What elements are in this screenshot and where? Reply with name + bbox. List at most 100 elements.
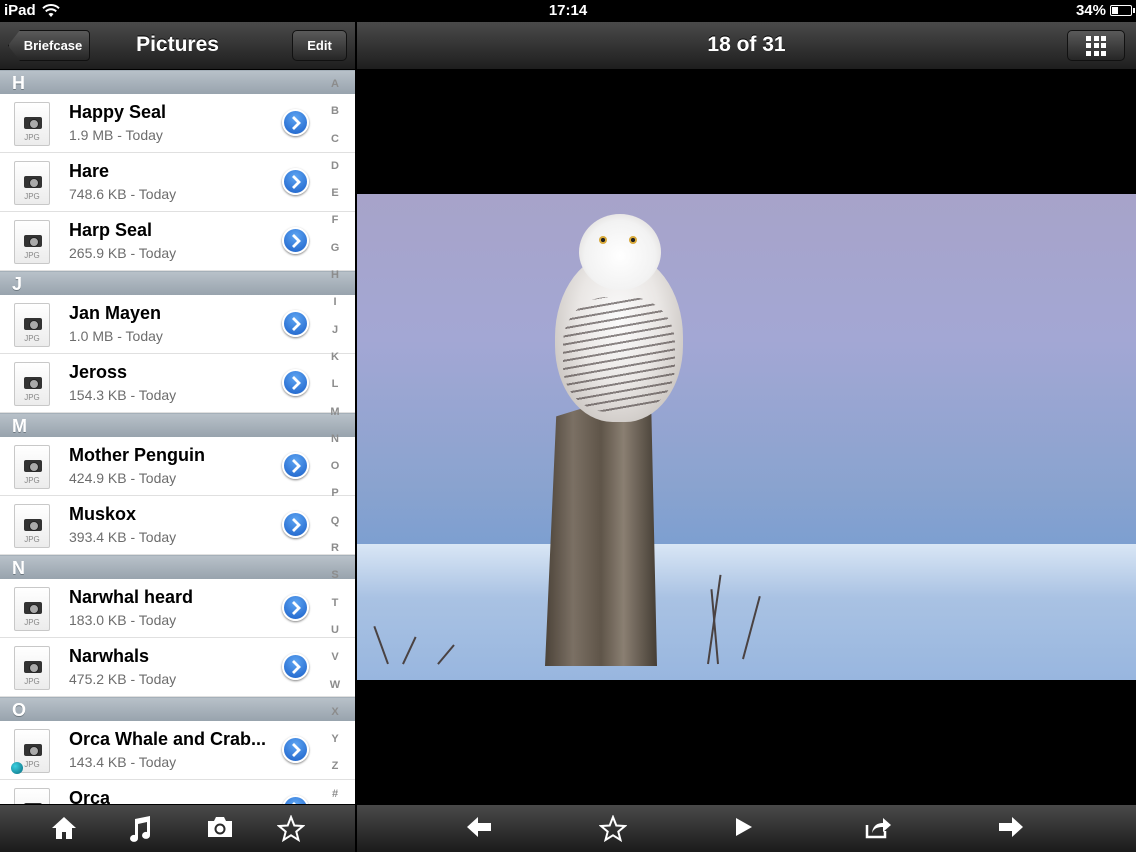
list-item[interactable]: JPG Mother Penguin 424.9 KB - Today: [0, 437, 355, 496]
edit-button[interactable]: Edit: [292, 30, 347, 61]
chevron-right-icon: [291, 458, 301, 473]
list-item[interactable]: JPG Narwhal heard 183.0 KB - Today: [0, 579, 355, 638]
chevron-right-icon: [291, 517, 301, 532]
file-name: Happy Seal: [69, 102, 167, 122]
file-meta: 393.4 KB - Today: [69, 529, 177, 545]
index-letter[interactable]: Y: [331, 733, 338, 745]
list-item[interactable]: JPG Hare 748.6 KB - Today: [0, 153, 355, 212]
camera-icon: [24, 661, 42, 673]
detail-disclosure-button[interactable]: [282, 168, 309, 195]
detail-disclosure-button[interactable]: [282, 594, 309, 621]
file-meta: 1.0 MB - Today: [69, 328, 163, 344]
index-letter[interactable]: N: [331, 433, 339, 445]
file-ext: JPG: [24, 251, 40, 260]
list-item[interactable]: JPG Jeross 154.3 KB - Today: [0, 354, 355, 413]
index-letter[interactable]: M: [330, 406, 339, 418]
file-name: Jan Mayen: [69, 303, 162, 323]
chevron-right-icon: [291, 316, 301, 331]
jpg-file-icon: JPG: [14, 504, 50, 548]
list-item[interactable]: JPG Harp Seal 265.9 KB - Today: [0, 212, 355, 271]
list-item[interactable]: JPG Orca: [0, 780, 355, 804]
camera-icon[interactable]: [205, 815, 235, 843]
section-header-n: N: [0, 555, 355, 579]
list-item[interactable]: JPG Orca Whale and Crab... 143.4 KB - Toda…: [0, 721, 355, 780]
status-bar: iPad 17:14 34%: [0, 0, 1136, 22]
arrow-right-icon[interactable]: [993, 815, 1029, 843]
index-letter[interactable]: R: [331, 542, 339, 554]
index-letter[interactable]: J: [332, 324, 338, 336]
file-list[interactable]: H JPG Happy Seal 1.9 MB - Today JPG Hare 748.6…: [0, 70, 355, 804]
section-index[interactable]: A B C D E F G H I J K L M N O P Q R S T U V W X Y Z #: [325, 78, 345, 800]
index-letter[interactable]: #: [332, 788, 338, 800]
index-letter[interactable]: S: [331, 569, 338, 581]
file-list-pane: Briefcase Pictures Edit H JPG Happy Seal 1.…: [0, 22, 355, 852]
index-letter[interactable]: K: [331, 351, 339, 363]
play-icon[interactable]: [725, 815, 761, 843]
detail-disclosure-button[interactable]: [282, 369, 309, 396]
index-letter[interactable]: X: [331, 706, 338, 718]
index-letter[interactable]: C: [331, 133, 339, 145]
index-letter[interactable]: T: [332, 597, 339, 609]
index-letter[interactable]: H: [331, 269, 339, 281]
jpg-file-icon: JPG: [11, 729, 50, 774]
list-item[interactable]: JPG Happy Seal 1.9 MB - Today: [0, 94, 355, 153]
share-icon[interactable]: [860, 815, 896, 843]
jpg-file-icon: JPG: [14, 788, 50, 804]
index-letter[interactable]: P: [331, 487, 338, 499]
left-toolbar: [0, 804, 355, 852]
detail-disclosure-button[interactable]: [282, 511, 309, 538]
detail-disclosure-button[interactable]: [282, 653, 309, 680]
file-name: Orca: [69, 788, 111, 804]
file-meta: 154.3 KB - Today: [69, 387, 177, 403]
index-letter[interactable]: D: [331, 160, 339, 172]
index-letter[interactable]: W: [330, 679, 340, 691]
home-icon[interactable]: [49, 815, 79, 843]
detail-disclosure-button[interactable]: [282, 109, 309, 136]
index-letter[interactable]: Q: [331, 515, 340, 527]
list-item[interactable]: JPG Muskox 393.4 KB - Today: [0, 496, 355, 555]
detail-disclosure-button[interactable]: [282, 310, 309, 337]
index-letter[interactable]: V: [331, 651, 338, 663]
index-letter[interactable]: G: [331, 242, 340, 254]
photo-counter: 18 of 31: [707, 33, 786, 56]
index-letter[interactable]: O: [331, 460, 340, 472]
detail-disclosure-button[interactable]: [282, 736, 309, 763]
list-item[interactable]: JPG Narwhals 475.2 KB - Today: [0, 638, 355, 697]
wooden-post: [545, 406, 657, 666]
file-name: Mother Penguin: [69, 445, 205, 465]
right-navbar: 18 of 31: [357, 22, 1136, 70]
index-letter[interactable]: I: [333, 296, 336, 308]
detail-disclosure-button[interactable]: [282, 452, 309, 479]
camera-icon: [24, 176, 42, 188]
detail-disclosure-button[interactable]: [282, 795, 309, 804]
file-meta: 424.9 KB - Today: [69, 470, 177, 486]
file-meta: 1.9 MB - Today: [69, 127, 163, 143]
photo-image[interactable]: [357, 194, 1136, 680]
star-icon[interactable]: [595, 814, 631, 843]
battery-percent: 34%: [1075, 2, 1106, 19]
index-letter[interactable]: E: [331, 187, 338, 199]
file-ext: JPG: [24, 192, 40, 201]
camera-icon: [24, 235, 42, 247]
index-letter[interactable]: F: [332, 214, 339, 226]
jpg-file-icon: JPG: [14, 646, 50, 690]
music-icon[interactable]: [125, 815, 155, 843]
grid-view-button[interactable]: [1067, 30, 1125, 61]
index-letter[interactable]: L: [332, 378, 339, 390]
file-ext: JPG: [24, 393, 40, 402]
chevron-right-icon: [291, 233, 301, 248]
detail-disclosure-button[interactable]: [282, 227, 309, 254]
index-letter[interactable]: B: [331, 105, 339, 117]
list-item[interactable]: JPG Jan Mayen 1.0 MB - Today: [0, 295, 355, 354]
arrow-left-icon[interactable]: [461, 815, 497, 843]
left-navbar: Briefcase Pictures Edit: [0, 22, 355, 70]
index-letter[interactable]: A: [331, 78, 339, 90]
chevron-right-icon: [291, 375, 301, 390]
file-name: Orca Whale and Crab...: [69, 729, 267, 749]
index-letter[interactable]: Z: [332, 760, 339, 772]
jpg-file-icon: JPG: [14, 587, 50, 631]
jpg-file-icon: JPG: [14, 161, 50, 205]
star-icon[interactable]: [276, 814, 306, 843]
index-letter[interactable]: U: [331, 624, 339, 636]
camera-icon: [24, 117, 42, 129]
